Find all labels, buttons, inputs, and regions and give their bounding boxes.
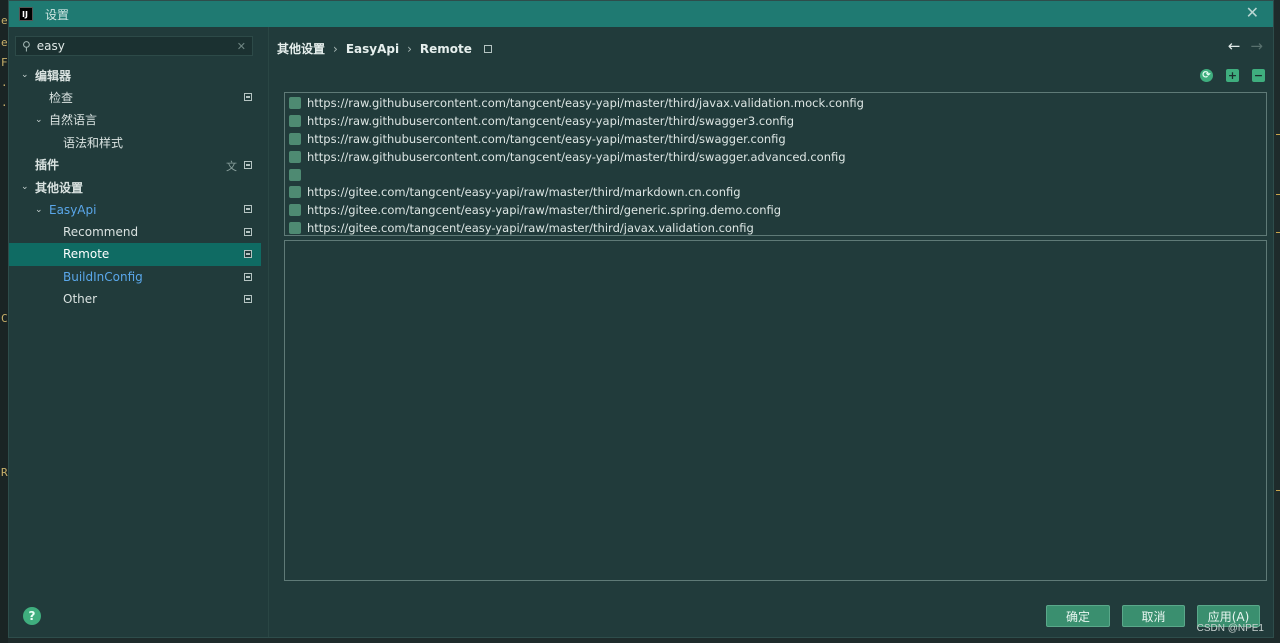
remote-config-url: https://raw.githubusercontent.com/tangce… (307, 149, 846, 164)
breadcrumb-separator: › (407, 41, 412, 56)
sidebar-item-label: BuildInConfig (63, 269, 143, 284)
remote-config-url: https://gitee.com/tangcent/easy-yapi/raw… (307, 203, 782, 218)
sidebar-item[interactable]: ⌄ 其他设置 (9, 176, 261, 198)
remote-config-row[interactable]: https://raw.githubusercontent.com/tangce… (285, 130, 1266, 148)
page-settings-icon (244, 250, 252, 259)
settings-sidebar: ⚲ ✕ ⌄ 编辑器检查 ⌄ 自然语言语法和样式插件 文 ⌄ 其他设置 ⌄ EasyApi Reco… (9, 27, 269, 637)
sidebar-item-label: 检查 (49, 91, 74, 106)
sidebar-item-label: Other (63, 292, 98, 307)
remote-config-row[interactable]: https://raw.githubusercontent.com/tangce… (285, 148, 1266, 166)
page-settings-icon (244, 93, 252, 102)
page-settings-icon (244, 227, 252, 236)
remote-config-row[interactable]: https://gitee.com/tangcent/easy-yapi/raw… (285, 201, 1266, 219)
sidebar-item[interactable]: Remote (9, 243, 261, 266)
row-checkbox[interactable] (289, 114, 301, 127)
background-editor-strip: eeF ..C R (0, 0, 8, 643)
chevron-down-icon[interactable]: ⌄ (21, 182, 31, 192)
ok-button[interactable]: 确定 (1046, 605, 1110, 627)
breadcrumb-item-remote: Remote (419, 41, 472, 56)
sidebar-item[interactable]: ⌄ 自然语言 (9, 109, 261, 131)
row-checkbox[interactable] (289, 150, 301, 163)
remote-config-row[interactable]: https://raw.githubusercontent.com/tangce… (285, 94, 1266, 112)
row-checkbox[interactable] (289, 186, 301, 199)
config-preview-area[interactable] (284, 240, 1267, 581)
page-settings-icon (244, 205, 252, 214)
remote-config-row[interactable]: https://raw.githubusercontent.com/tangce… (285, 112, 1266, 130)
back-arrow-icon[interactable]: ← (1228, 37, 1241, 55)
sidebar-item-label: Recommend (63, 224, 139, 239)
page-settings-icon (483, 44, 492, 53)
sidebar-item-label: 其他设置 (35, 180, 84, 195)
remove-icon[interactable]: − (1252, 69, 1265, 82)
sidebar-item-label: 插件 (35, 158, 60, 173)
row-checkbox[interactable] (289, 168, 301, 181)
remote-config-url: https://raw.githubusercontent.com/tangce… (307, 95, 864, 110)
sidebar-item[interactable]: Recommend (9, 221, 261, 243)
remote-config-url: https://raw.githubusercontent.com/tangce… (307, 131, 786, 146)
chevron-down-icon[interactable]: ⌄ (35, 115, 45, 125)
breadcrumb-separator: › (333, 41, 338, 56)
breadcrumb: 其他设置 › EasyApi › Remote (277, 40, 492, 57)
breadcrumb-item-easyapi[interactable]: EasyApi (346, 42, 399, 56)
remote-config-row[interactable]: https://gitee.com/tangcent/easy-yapi/raw… (285, 183, 1266, 201)
remote-config-url: https://gitee.com/tangcent/easy-yapi/raw… (307, 185, 741, 200)
navigation-arrows: ← → (1228, 37, 1263, 55)
row-checkbox[interactable] (289, 96, 301, 109)
sidebar-item-label: EasyApi (49, 202, 97, 217)
sidebar-item-label: Remote (63, 247, 110, 262)
settings-search[interactable]: ⚲ ✕ (15, 36, 253, 56)
sidebar-item[interactable]: 检查 (9, 86, 261, 108)
search-icon: ⚲ (22, 39, 31, 53)
remote-config-url: https://gitee.com/tangcent/easy-yapi/raw… (307, 221, 754, 236)
sidebar-item[interactable]: ⌄ 编辑器 (9, 64, 261, 86)
watermark: CSDN @NPE1 (1196, 623, 1264, 634)
window-title: 设置 (45, 7, 70, 22)
settings-dialog: IJ 设置 ✕ ⚲ ✕ ⌄ 编辑器检查 ⌄ 自然语言语法和样式插件 文 ⌄ 其他设置 ⌄ Eas… (8, 0, 1274, 638)
sidebar-item-label: 编辑器 (35, 68, 72, 83)
row-checkbox[interactable] (289, 132, 301, 145)
sidebar-item[interactable]: BuildInConfig (9, 266, 261, 288)
search-input[interactable] (36, 39, 217, 53)
remote-config-row[interactable]: https://gitee.com/tangcent/easy-yapi/raw… (285, 219, 1266, 237)
settings-tree: ⌄ 编辑器检查 ⌄ 自然语言语法和样式 插件 文 ⌄ 其他设置 ⌄ EasyApi Recommen… (9, 64, 261, 310)
refresh-icon[interactable]: ⟳ (1200, 69, 1213, 82)
sidebar-item[interactable]: Other (9, 288, 261, 310)
sidebar-item-label: 自然语言 (49, 113, 98, 128)
title-bar: IJ 设置 ✕ (9, 1, 1273, 27)
row-checkbox[interactable] (289, 204, 301, 217)
app-logo: IJ (19, 7, 33, 21)
help-icon[interactable]: ? (23, 607, 41, 625)
remote-toolbar: ⟳ + − (1200, 69, 1265, 82)
remote-config-list: https://raw.githubusercontent.com/tangce… (284, 92, 1267, 236)
translate-icon: 文 (226, 159, 237, 173)
add-icon[interactable]: + (1226, 69, 1239, 82)
breadcrumb-item-other-settings[interactable]: 其他设置 (277, 40, 325, 57)
row-checkbox[interactable] (289, 222, 301, 235)
close-icon[interactable]: ✕ (1246, 5, 1259, 21)
settings-content: 其他设置 › EasyApi › Remote ← → ⟳ + − https:… (277, 27, 1267, 637)
sidebar-item-label: 语法和样式 (63, 135, 124, 150)
background-editor-marks (1274, 0, 1280, 643)
page-settings-icon (244, 160, 252, 169)
forward-arrow-icon[interactable]: → (1250, 37, 1263, 55)
page-settings-icon (244, 294, 252, 303)
clear-search-icon[interactable]: ✕ (237, 40, 246, 53)
sidebar-item[interactable]: 语法和样式 (9, 131, 261, 153)
remote-config-row[interactable] (285, 166, 1266, 184)
chevron-down-icon[interactable]: ⌄ (21, 70, 31, 80)
page-settings-icon (244, 272, 252, 281)
cancel-button[interactable]: 取消 (1122, 605, 1185, 627)
chevron-down-icon[interactable]: ⌄ (35, 205, 45, 215)
remote-config-url: https://raw.githubusercontent.com/tangce… (307, 113, 795, 128)
sidebar-item[interactable]: 插件 文 (9, 154, 261, 176)
sidebar-item[interactable]: ⌄ EasyApi (9, 198, 261, 220)
